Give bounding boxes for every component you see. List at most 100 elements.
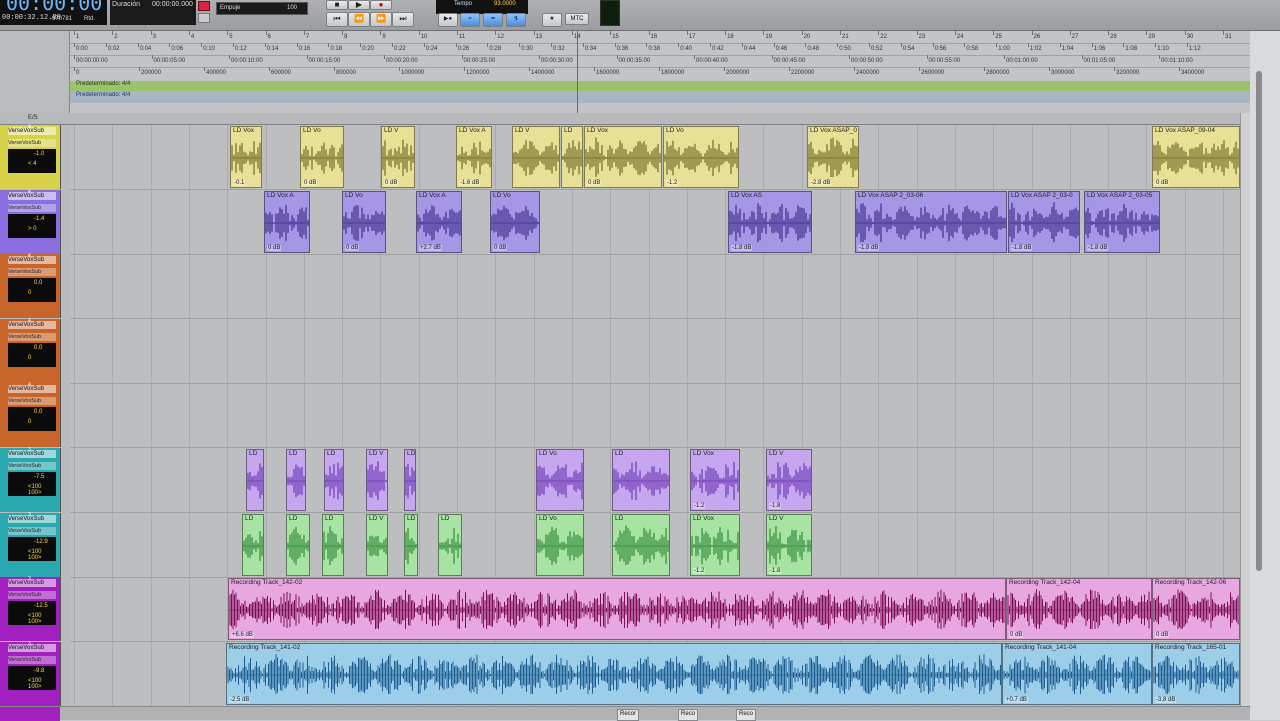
audio-clip[interactable]: LD Vox -0.1 — [230, 126, 262, 188]
track-io-display[interactable]: 0.0 0 — [8, 278, 56, 303]
track-header[interactable]: 3VerseVoxSubVerseVoxSub-9.8<100 100> — [0, 641, 61, 706]
rewind-button[interactable]: ⏪ — [348, 12, 370, 27]
record-button[interactable]: ● — [370, 0, 392, 10]
audio-clip[interactable]: LD Vox ASAP 2_03-06 -1.8 dB — [855, 190, 1007, 253]
mtc-button[interactable]: MTC — [565, 13, 589, 25]
bottom-clip[interactable]: Recor — [617, 709, 640, 721]
track-insert-slot[interactable]: VerseVoxSub — [8, 127, 56, 135]
audio-clip[interactable]: LD Vo 0 dB — [342, 190, 386, 253]
audio-clip[interactable]: LD Vox -1.2 — [690, 513, 740, 576]
track-send-slot[interactable]: VerseVoxSub — [8, 397, 56, 406]
track-lane[interactable] — [70, 254, 1240, 320]
track-io-display[interactable]: 0.0 0 — [8, 342, 56, 367]
track-io-display[interactable]: -12.9 <100 100> — [8, 536, 56, 561]
vertical-scrollbar[interactable] — [1250, 31, 1280, 720]
track-io-display[interactable]: 0.0 0 — [8, 407, 56, 432]
audio-clip[interactable]: LD V — [366, 513, 388, 576]
audio-clip[interactable]: LD — [286, 449, 306, 511]
track-lane[interactable] — [70, 319, 1240, 384]
audio-clip[interactable]: LD — [404, 513, 418, 576]
track-insert-slot[interactable]: VerseVoxSub — [8, 191, 56, 200]
audio-clip[interactable]: LD V 0 dB — [381, 126, 415, 188]
sync-icon[interactable]: ★ — [542, 13, 562, 27]
go-to-end-button[interactable]: ⏭ — [392, 12, 414, 27]
track-header[interactable]: 3VerseVoxSubVerseVoxSub-12.9<100 100> — [0, 512, 61, 577]
audio-clip[interactable]: Recording Track_165-01 -3.8 dB — [1152, 642, 1240, 705]
play-button[interactable]: ▶ — [348, 0, 370, 10]
scrollbar-thumb[interactable] — [1256, 71, 1262, 571]
audio-clip[interactable]: LD — [324, 449, 344, 511]
audio-clip[interactable]: LD Vo 0 dB — [490, 190, 540, 253]
audio-clip[interactable]: LD V — [366, 449, 388, 511]
nudge-field[interactable]: Empuje 100 — [216, 2, 308, 15]
track-io-display[interactable]: -7.5 <100 100> — [8, 472, 56, 496]
audio-clip[interactable]: LD Vox 0 dB — [584, 126, 662, 188]
track-io-display[interactable]: -9.8 <100 100> — [8, 665, 56, 690]
track-send-slot[interactable]: VerseVoxSub — [8, 268, 56, 277]
audio-clip[interactable]: LD Vox ASAP 2_03-05 -1.8 dB — [1084, 190, 1160, 253]
audio-clip[interactable]: Recording Track_142-04 0 dB — [1006, 578, 1152, 641]
bottom-clip[interactable]: Reco — [678, 709, 699, 721]
track-send-slot[interactable]: VerseVoxSub — [8, 139, 56, 147]
audio-clip[interactable]: LD Vox A +2.7 dB — [416, 190, 462, 253]
audio-clip[interactable]: LD Vox ASAP 2_03-0 -1.8 dB — [1008, 190, 1080, 253]
conductor-icon[interactable]: ↯ — [506, 13, 526, 27]
track-lane[interactable] — [70, 383, 1240, 449]
audio-clip[interactable]: LD — [438, 513, 462, 576]
track-io-display[interactable]: -1.0 < 4 — [8, 149, 56, 173]
track-header[interactable]: 4VerseVoxSubVerseVoxSub0.00 — [0, 318, 61, 383]
track-header[interactable]: 3VerseVoxSubVerseVoxSub-12.5<100 100> — [0, 576, 61, 642]
track-insert-slot[interactable]: VerseVoxSub — [8, 385, 56, 394]
track-header[interactable]: 4VerseVoxSubVerseVoxSub0.00 — [0, 382, 61, 448]
track-io-display[interactable]: -12.5 <100 100> — [8, 601, 56, 626]
audio-clip[interactable]: LD Vo — [536, 513, 584, 576]
track-insert-slot[interactable]: VerseVoxSub — [8, 256, 56, 265]
track-io-display[interactable]: -1.4 > 0 — [8, 213, 56, 238]
track-header[interactable]: 4VerseVoxSubVerseVoxSub-1.0< 4 — [0, 124, 61, 189]
audio-clip[interactable]: LD Vo -1.2 — [663, 126, 739, 188]
countoff-icon[interactable]: ≃ — [483, 13, 503, 27]
audio-clip[interactable]: LD Vox -1.2 — [690, 449, 740, 511]
track-send-slot[interactable]: VerseVoxSub — [8, 591, 56, 600]
audio-clip[interactable]: LD — [612, 449, 670, 511]
track-insert-slot[interactable]: VerseVoxSub — [8, 643, 56, 652]
audio-clip[interactable]: LD Vox A 0 dB — [264, 190, 310, 253]
track-header[interactable]: 4VerseVoxSubVerseVoxSub-1.4> 0 — [0, 189, 61, 254]
audio-clip[interactable]: LD — [286, 513, 310, 576]
bottom-clip[interactable]: Reco — [736, 709, 757, 721]
track-insert-slot[interactable]: VerseVoxSub — [8, 450, 56, 458]
playhead-cursor[interactable] — [577, 31, 578, 123]
return-to-zero-button[interactable]: ⏮ — [326, 12, 348, 27]
track-insert-slot[interactable]: VerseVoxSub — [8, 320, 56, 329]
audio-clip[interactable]: LD Vox AS -1.8 dB — [728, 190, 812, 253]
audio-clip[interactable]: LD V — [512, 126, 560, 188]
audio-clip[interactable]: LD Vox A -1.6 dB — [456, 126, 492, 188]
track-insert-slot[interactable]: VerseVoxSub — [8, 579, 56, 588]
track-send-slot[interactable]: VerseVoxSub — [8, 332, 56, 341]
audio-clip[interactable]: LD Vox ASAP_09-04 0 dB — [1152, 126, 1240, 188]
audio-clip[interactable]: Recording Track_141-04 +0.7 dB — [1002, 642, 1152, 705]
click-icon[interactable]: ≈ — [460, 13, 480, 27]
link-icon[interactable] — [198, 13, 210, 23]
audio-clip[interactable]: LD Vo 0 dB — [300, 126, 344, 188]
track-header[interactable]: 4VerseVoxSubVerseVoxSub0.00 — [0, 253, 61, 319]
audio-clip[interactable]: LD — [404, 449, 416, 511]
edit-window[interactable]: LD Vox -0.1 LD Vo 0 dB LD V 0 dB LD Vox A -1.6 … — [70, 125, 1240, 720]
audio-clip[interactable]: Recording Track_142-02 +6.6 dB — [228, 578, 1006, 641]
audio-clip[interactable]: Recording Track_141-02 -2.5 dB — [226, 642, 1002, 705]
marker-ruler[interactable] — [70, 81, 1250, 91]
audio-clip[interactable]: LD — [322, 513, 344, 576]
track-send-slot[interactable]: VerseVoxSub — [8, 526, 56, 535]
audio-clip[interactable]: LD Vo — [536, 449, 584, 511]
fast-forward-button[interactable]: ⏩ — [370, 12, 392, 27]
track-header[interactable]: 3VerseVoxSubVerseVoxSub-7.5<100 100> — [0, 447, 61, 512]
audio-clip[interactable]: LD V -1.8 — [766, 513, 812, 576]
audio-clip[interactable]: LD — [561, 126, 583, 188]
stop-button[interactable]: ■ — [326, 0, 348, 10]
loop-icon[interactable]: ▶● — [438, 13, 458, 27]
audio-clip[interactable]: LD — [612, 513, 670, 576]
audio-clip[interactable]: LD — [246, 449, 264, 511]
audio-clip[interactable]: LD V -1.8 — [766, 449, 812, 511]
timeline-rulers[interactable]: Predeterminado: 4/4 Predeterminado: 4/4 … — [70, 31, 1250, 113]
audio-clip[interactable]: LD — [242, 513, 264, 576]
